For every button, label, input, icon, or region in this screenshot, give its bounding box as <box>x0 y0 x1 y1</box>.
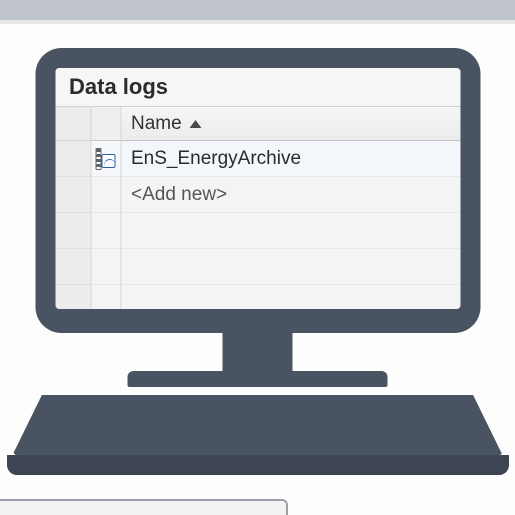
column-header-name[interactable]: Name <box>121 107 460 141</box>
monitor-bezel: Data logs <box>35 48 480 333</box>
add-new-row[interactable]: <Add new> <box>121 177 460 213</box>
top-border-shadow <box>0 20 515 24</box>
table-row[interactable]: EnS_EnergyArchive <box>121 141 460 177</box>
row-name: <Add new> <box>131 184 227 205</box>
name-column: Name EnS_EnergyArchive <Add new> <box>121 107 460 309</box>
bottom-border-bar <box>0 499 288 515</box>
icon-column <box>91 107 121 309</box>
row-name: EnS_EnergyArchive <box>131 148 301 169</box>
data-logs-table: Name EnS_EnergyArchive <Add new> <box>55 107 460 309</box>
data-log-icon <box>96 148 116 170</box>
column-header-label: Name <box>131 107 182 141</box>
screen: Data logs <box>55 68 460 309</box>
keyboard-front <box>7 455 509 475</box>
sort-ascending-icon <box>190 120 202 128</box>
row-icon-cell[interactable] <box>91 177 120 213</box>
panel-title: Data logs <box>55 68 460 107</box>
top-border-bar <box>0 0 515 20</box>
row-gutter <box>55 107 91 309</box>
keyboard-top <box>13 395 503 455</box>
monitor-illustration: Data logs <box>35 48 480 387</box>
column-header-icon[interactable] <box>91 107 120 141</box>
monitor-stand-base <box>128 371 388 387</box>
row-icon-cell[interactable] <box>91 141 120 177</box>
monitor-stand-neck <box>223 333 293 371</box>
